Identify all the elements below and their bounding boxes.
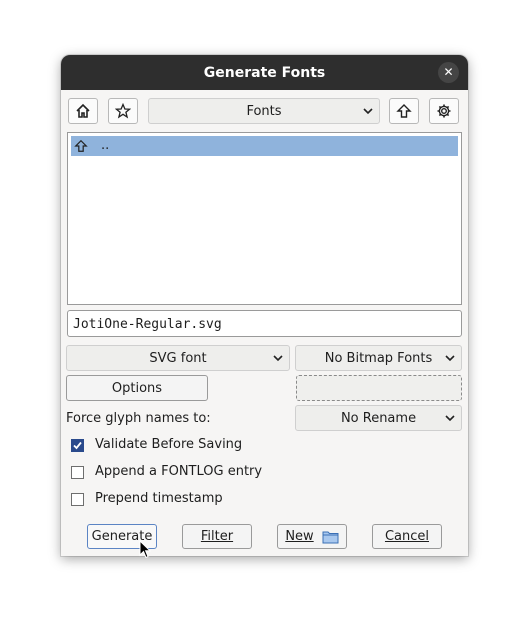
star-icon — [115, 103, 131, 119]
bitmap-format-dropdown[interactable]: No Bitmap Fonts — [295, 345, 462, 371]
location-dropdown[interactable]: Fonts — [148, 98, 380, 124]
validate-checkbox[interactable] — [71, 439, 84, 452]
glyph-rename-value: No Rename — [340, 410, 417, 426]
parent-directory-button[interactable] — [389, 98, 419, 124]
chevron-down-icon — [363, 108, 373, 115]
options-label: Options — [111, 380, 163, 396]
location-value: Fonts — [246, 103, 282, 119]
filter-label: Filter — [200, 529, 234, 544]
chevron-down-icon — [445, 415, 455, 422]
force-glyph-label: Force glyph names to: — [66, 411, 211, 426]
generate-fonts-dialog: Generate Fonts ✕ Fonts .. JotiOne-Regula… — [61, 55, 468, 556]
fontlog-checkbox[interactable] — [71, 466, 84, 479]
up-arrow-icon — [74, 139, 88, 152]
timestamp-label: Prepend timestamp — [95, 491, 223, 506]
glyph-rename-dropdown[interactable]: No Rename — [295, 405, 462, 431]
filter-button[interactable]: Filter — [182, 524, 252, 549]
validate-label: Validate Before Saving — [95, 437, 243, 452]
cancel-label: Cancel — [384, 529, 430, 544]
bookmarks-button[interactable] — [108, 98, 138, 124]
up-arrow-icon — [396, 104, 412, 118]
options-button[interactable]: Options — [66, 375, 208, 401]
home-icon — [76, 103, 90, 118]
folder-icon — [322, 531, 339, 543]
close-button[interactable]: ✕ — [438, 62, 459, 83]
new-folder-button[interactable]: New — [277, 524, 347, 549]
chevron-down-icon — [273, 355, 283, 362]
file-name: .. — [101, 138, 110, 153]
mouse-cursor-icon — [139, 540, 151, 559]
cancel-button[interactable]: Cancel — [372, 524, 442, 549]
close-icon: ✕ — [443, 65, 454, 79]
titlebar: Generate Fonts ✕ — [61, 55, 468, 90]
bitmap-format-value: No Bitmap Fonts — [324, 350, 433, 366]
bitmap-sizes-field[interactable] — [296, 375, 462, 401]
list-item[interactable]: .. — [71, 136, 458, 156]
output-format-dropdown[interactable]: SVG font — [66, 345, 290, 371]
chevron-down-icon — [445, 355, 455, 362]
home-button[interactable] — [68, 98, 98, 124]
gear-icon — [437, 104, 451, 118]
filename-field[interactable]: JotiOne-Regular.svg — [67, 310, 462, 337]
fontlog-label: Append a FONTLOG entry — [95, 464, 263, 479]
output-format-value: SVG font — [149, 350, 207, 366]
file-list[interactable]: .. — [67, 132, 462, 305]
new-label: New — [285, 529, 314, 544]
settings-button[interactable] — [429, 98, 459, 124]
timestamp-checkbox[interactable] — [71, 493, 84, 506]
checkmark-icon — [73, 441, 82, 450]
dialog-title: Generate Fonts — [203, 65, 326, 81]
